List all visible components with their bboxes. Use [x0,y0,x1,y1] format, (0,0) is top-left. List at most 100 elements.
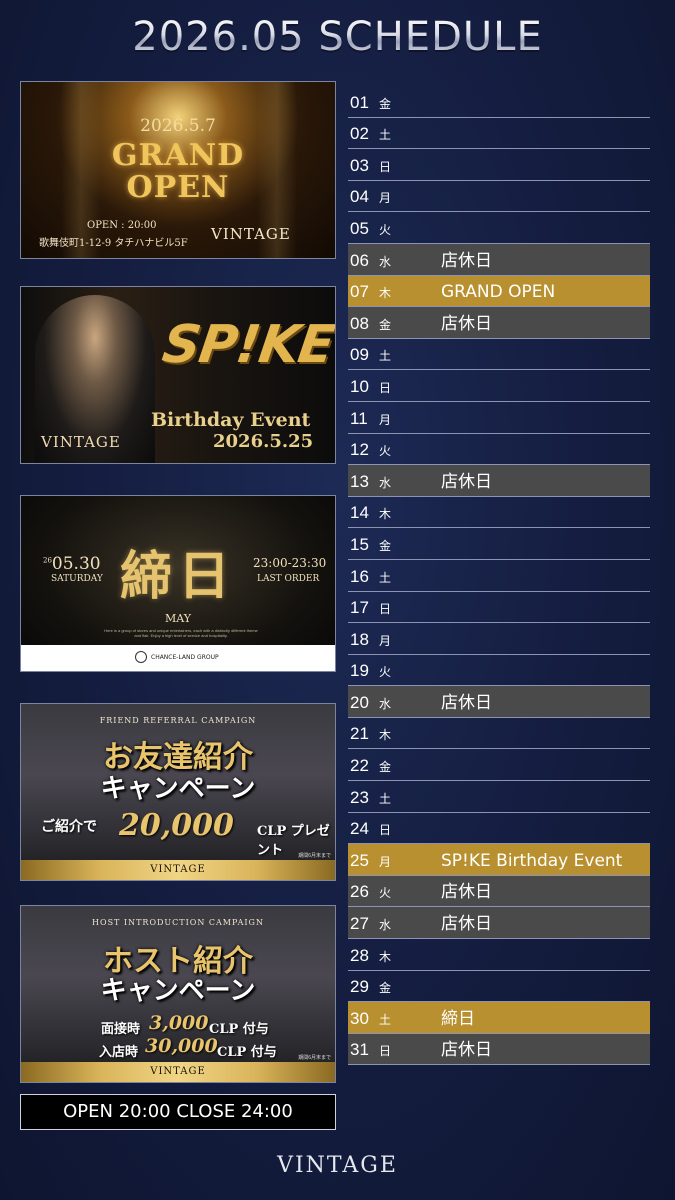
schedule-weekday: 火 [379,222,392,237]
shime-title: 締日 [119,546,236,607]
schedule-row[interactable]: 19 火 [348,655,650,687]
schedule-weekday: 日 [379,380,392,395]
schedule-day: 22 [350,756,369,776]
schedule-day: 13 [350,471,369,491]
schedule-weekday: 金 [379,317,392,332]
schedule-row[interactable]: 20 水 店休日 [348,686,650,718]
host-campaign-label: HOST INTRODUCTION CAMPAIGN [92,918,264,927]
schedule-day: 18 [350,629,369,649]
schedule-row[interactable]: 12 火 [348,434,650,466]
schedule-row[interactable]: 30 土 締日 [348,1002,650,1034]
schedule-day: 16 [350,566,369,586]
schedule-row[interactable]: 17 日 [348,592,650,624]
host-row2-label: 入店時 [99,1045,139,1060]
schedule-row[interactable]: 04 月 [348,181,650,213]
schedule-row[interactable]: 29 金 [348,971,650,1003]
group-name: CHANCE-LAND GROUP [151,654,219,661]
schedule-row[interactable]: 03 日 [348,149,650,181]
schedule-day: 19 [350,661,369,681]
schedule-row[interactable]: 22 金 [348,749,650,782]
grand-open-date: 2026.5.7 [140,116,216,136]
schedule-row[interactable]: 06 水 店休日 [348,243,650,276]
schedule-row[interactable]: 05 火 [348,212,650,244]
schedule-row[interactable]: 25 月 SP!KE Birthday Event [348,844,650,876]
host-row2-unit: CLP 付与 [217,1045,277,1060]
group-footer: CHANCE-LAND GROUP [21,645,335,671]
schedule-day: 27 [350,914,369,934]
schedule-row[interactable]: 08 金 店休日 [348,307,650,339]
schedule-weekday: 金 [379,538,392,553]
shime-last-order: LAST ORDER [257,574,320,584]
schedule-row[interactable]: 23 土 [348,781,650,813]
footer-brand-logo: VINTAGE [277,1153,398,1178]
friend-campaign-label: FRIEND REFERRAL CAMPAIGN [99,716,257,725]
schedule-row[interactable]: 26 火 店休日 [348,875,650,908]
schedule-weekday: 水 [379,254,392,269]
schedule-weekday: 火 [379,886,392,901]
schedule-day: 29 [350,977,369,997]
shime-month: MAY [164,612,192,625]
schedule-day: 07 [350,282,369,302]
schedule-row[interactable]: 28 木 [348,939,650,971]
host-introduction-banner[interactable]: HOST INTRODUCTION CAMPAIGN ホスト紹介 キャンペーン … [20,905,336,1083]
schedule-row[interactable]: 11 月 [348,402,650,434]
schedule-day: 11 [350,408,368,428]
schedule-day: 20 [350,692,369,712]
schedule-day: 12 [350,440,369,460]
schedule-day: 05 [350,218,369,238]
friend-campaign-note: 期間6月末まで [298,853,331,859]
schedule-event: 店休日 [441,1040,492,1061]
schedule-row[interactable]: 27 水 店休日 [348,907,650,940]
friend-campaign-prefix: ご紹介で [41,819,97,835]
schedule-weekday: 木 [379,507,392,522]
schedule-event: SP!KE Birthday Event [441,850,623,871]
grand-open-title-line1: GRAND [111,138,245,173]
friend-campaign-subtitle: キャンペーン [100,774,256,804]
schedule-row[interactable]: 31 日 店休日 [348,1033,650,1066]
schedule-event: GRAND OPEN [441,282,556,303]
schedule-row[interactable]: 09 土 [348,339,650,371]
schedule-event: 店休日 [441,692,492,713]
schedule-row[interactable]: 14 木 [348,497,650,529]
schedule-row[interactable]: 18 月 [348,623,650,655]
schedule-event: 店休日 [441,914,492,935]
schedule-weekday: 木 [379,286,392,301]
grand-open-banner[interactable]: 2026.5.7 GRAND OPEN OPEN : 20:00 歌舞伎町1-1… [20,81,336,259]
schedule-day: 06 [350,250,369,270]
schedule-row[interactable]: 01 金 [348,86,650,118]
friend-referral-banner[interactable]: FRIEND REFERRAL CAMPAIGN お友達紹介 キャンペーン ご紹… [20,703,336,881]
host-campaign-note: 期間6月末まで [298,1055,331,1061]
schedule-weekday: 火 [379,665,392,680]
shime-day-banner[interactable]: 2605.30 SATURDAY 締日 23:00-23:30 LAST ORD… [20,495,336,672]
schedule-row[interactable]: 13 水 店休日 [348,465,650,497]
schedule-weekday: 木 [379,728,392,743]
schedule-weekday: 水 [379,696,392,711]
schedule-list: 01 金 02 土 03 日 04 月 05 火 06 水店休日 07 木 GRAND OPEN 08 金店休日… [348,86,650,1066]
schedule-day: 15 [350,534,369,554]
schedule-day: 25 [350,850,369,870]
schedule-row[interactable]: 24 日 [348,813,650,845]
schedule-row[interactable]: 10 日 [348,370,650,402]
schedule-day: 03 [350,155,369,175]
schedule-day: 30 [350,1008,369,1028]
schedule-row[interactable]: 21 木 [348,718,650,750]
schedule-weekday: 水 [379,918,392,933]
schedule-event: 店休日 [441,250,492,271]
schedule-weekday: 土 [379,128,392,143]
birthday-event-label: Birthday Event [151,409,311,431]
schedule-weekday: 木 [379,949,392,964]
schedule-day: 17 [350,598,369,618]
schedule-event: 店休日 [441,882,492,903]
schedule-row[interactable]: 16 土 [348,560,650,592]
schedule-row[interactable]: 07 木 GRAND OPEN [348,275,650,308]
birthday-event-banner[interactable]: SP!KE Birthday Event 2026.5.25 VINTAGE [20,286,336,464]
schedule-row[interactable]: 02 土 [348,118,650,150]
friend-campaign-brand: VINTAGE [21,860,335,880]
schedule-day: 31 [350,1040,369,1060]
schedule-event: 店休日 [441,471,492,492]
host-row1-label: 面接時 [101,1022,141,1037]
group-logo-icon [135,651,147,663]
schedule-row[interactable]: 15 金 [348,528,650,560]
schedule-weekday: 月 [379,412,392,427]
schedule-day: 28 [350,945,369,965]
